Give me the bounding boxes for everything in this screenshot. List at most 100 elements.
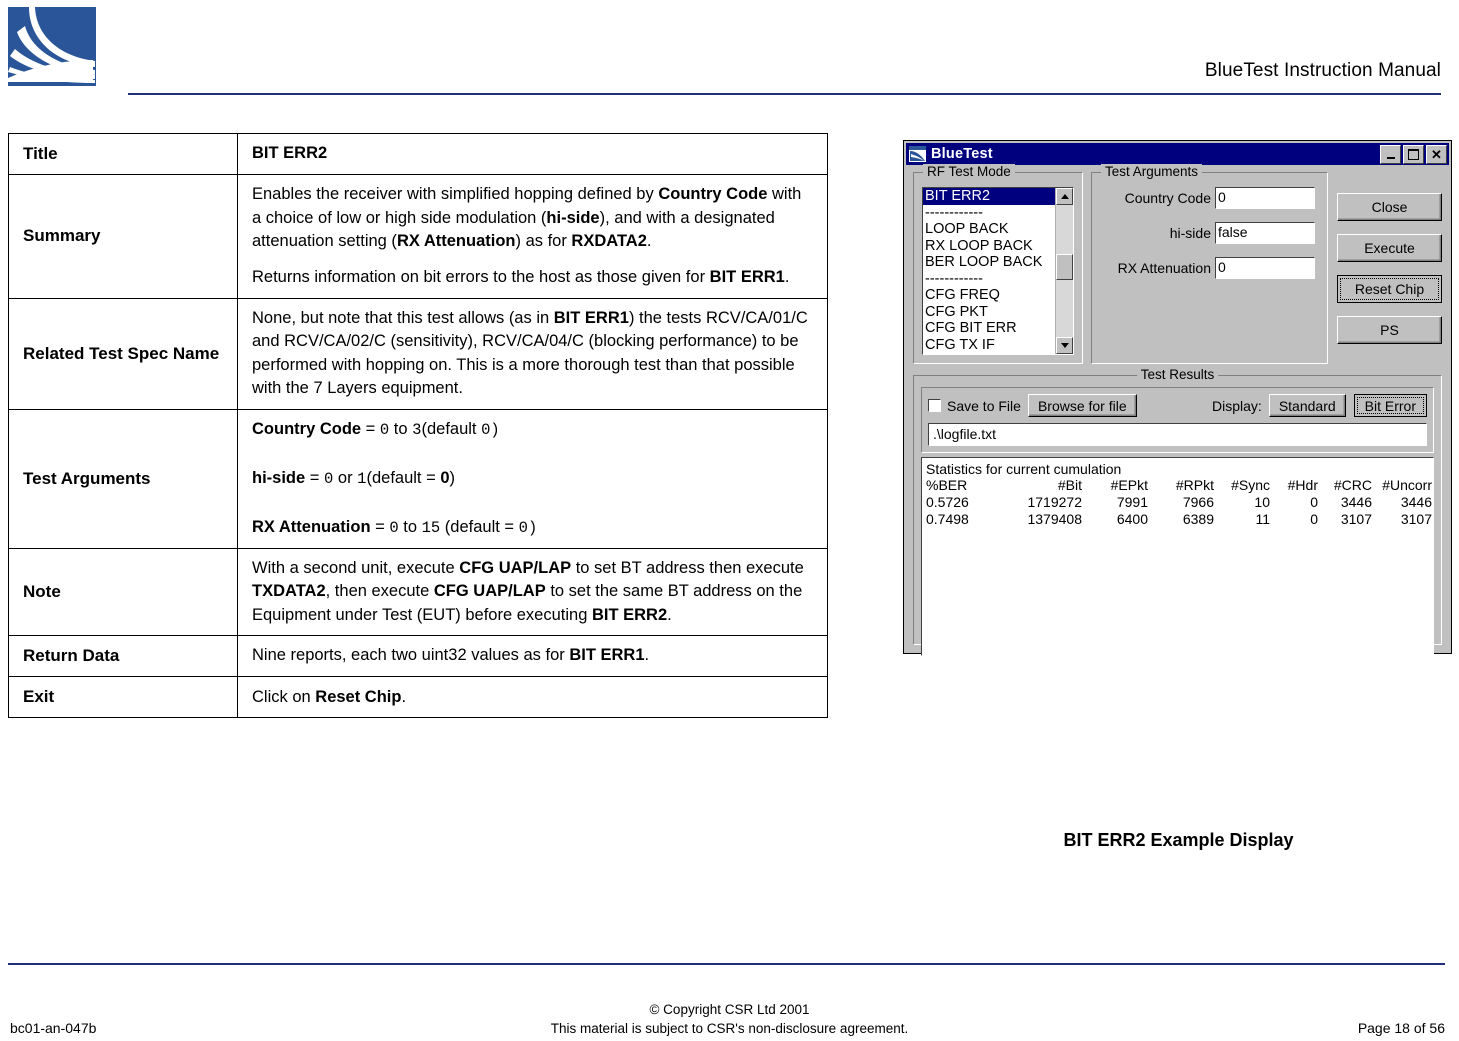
exit-t1: Click on <box>252 687 316 706</box>
copyright-line-2: This material is subject to CSR's non-di… <box>550 1021 909 1036</box>
exit-reset-chip: Reset Chip <box>315 687 402 706</box>
reset-chip-button[interactable]: Reset Chip <box>1337 275 1442 303</box>
note-bit-err2: BIT ERR2 <box>591 605 668 624</box>
table-row-title: Title BIT ERR2 <box>8 132 828 176</box>
action-button-column: Close Execute Reset Chip PS <box>1337 172 1442 357</box>
browse-for-file-button[interactable]: Browse for file <box>1027 394 1137 417</box>
arg1-name: hi-side <box>252 468 306 487</box>
execute-button[interactable]: Execute <box>1337 234 1442 262</box>
cell-r1-epkt: 6400 <box>1116 511 1148 527</box>
maximize-icon[interactable] <box>1403 145 1424 164</box>
ps-button[interactable]: PS <box>1337 316 1442 344</box>
minimize-icon[interactable] <box>1380 145 1401 164</box>
summary-spacer <box>252 253 813 266</box>
log-file-path-input[interactable]: .\logfile.txt <box>928 423 1427 446</box>
cell-r1-crc: 3107 <box>1340 511 1372 527</box>
list-item-bit-err2[interactable]: BIT ERR2 <box>923 188 1055 205</box>
save-to-file-checkbox[interactable] <box>928 399 941 412</box>
arg1-eq: = <box>305 468 324 487</box>
arg0-default: 0 <box>481 420 491 439</box>
rf-test-mode-items: BIT ERR2 ------------ LOOP BACK RX LOOP … <box>923 188 1055 354</box>
listbox-scrollbar[interactable] <box>1055 188 1073 354</box>
bluetest-window: BlueTest ✕ RF Test Mode BIT ERR2 -------… <box>903 140 1452 656</box>
exit-t2: . <box>401 687 407 706</box>
summary-t5: . <box>646 231 652 250</box>
related-bit-err1: BIT ERR1 <box>553 308 629 327</box>
cell-r0-rpkt: 7966 <box>1182 494 1214 510</box>
row-value-note: With a second unit, execute CFG UAP/LAP … <box>237 547 828 637</box>
page-number: Page 18 of 56 <box>1357 1020 1445 1036</box>
window-client-area: RF Test Mode BIT ERR2 ------------ LOOP … <box>906 164 1449 656</box>
list-item-cfg-pkt[interactable]: CFG PKT <box>923 304 1055 321</box>
copyright-block: © Copyright CSR Ltd 2001 This material i… <box>0 1000 1459 1038</box>
arg2-deftail: ) <box>527 519 538 538</box>
arg0-min: 0 <box>379 420 390 439</box>
list-item-loop-back[interactable]: LOOP BACK <box>923 221 1055 238</box>
copyright-line-1: © Copyright CSR Ltd 2001 <box>649 1002 810 1017</box>
scroll-up-icon[interactable] <box>1056 188 1073 205</box>
arg2-sep: to <box>398 518 422 537</box>
statistics-table: %BER #Bit #EPkt #RPkt #Sync #Hdr #CRC #U… <box>926 477 1432 528</box>
field-row-hi-side: hi-side false <box>1098 222 1315 244</box>
cell-r0-hdr: 0 <box>1310 494 1318 510</box>
logo-wordmark: csr <box>43 8 81 36</box>
statistics-output-pane: Statistics for current cumulation %BER #… <box>921 457 1434 656</box>
page-footer: bc01-an-047b © Copyright CSR Ltd 2001 Th… <box>0 1000 1459 1041</box>
summary-t7: . <box>784 268 790 287</box>
list-item-cfg-tx-if[interactable]: CFG TX IF <box>923 337 1055 354</box>
arg2-default: 0 <box>518 519 528 538</box>
summary-hi-side: hi-side <box>546 208 600 227</box>
note-cfg2: CFG UAP/LAP <box>433 582 546 601</box>
arg1-default: 0 <box>440 468 450 487</box>
rx-attenuation-label: RX Attenuation <box>1117 260 1211 276</box>
close-button[interactable]: Close <box>1337 193 1442 221</box>
col-header-sync: #Sync <box>1231 477 1270 493</box>
table-row-related: Related Test Spec Name None, but note th… <box>8 297 828 410</box>
table-row: 0.7498 1379408 6400 6389 11 0 3107 3107 <box>926 511 1432 528</box>
arg1-min: 0 <box>324 469 334 488</box>
row-value-related: None, but note that this test allows (as… <box>237 297 828 410</box>
summary-country-code: Country Code <box>658 185 768 204</box>
table-row-return-data: Return Data Nine reports, each two uint3… <box>8 635 828 678</box>
list-item-cfg-bit-err[interactable]: CFG BIT ERR <box>923 320 1055 337</box>
list-item-cfg-freq[interactable]: CFG FREQ <box>923 287 1055 304</box>
col-header-hdr: #Hdr <box>1287 477 1318 493</box>
row-value-exit: Click on Reset Chip. <box>237 676 828 719</box>
list-item-rx-loop-back[interactable]: RX LOOP BACK <box>923 238 1055 255</box>
arg0-deflead: (default <box>421 419 482 438</box>
reset-chip-button-label: Reset Chip <box>1340 278 1439 300</box>
arg2-name: RX Attenuation <box>252 518 371 537</box>
display-bit-error-button[interactable]: Bit Error <box>1353 394 1427 417</box>
test-arguments-legend: Test Arguments <box>1101 164 1203 179</box>
cell-r1-rpkt: 6389 <box>1182 511 1214 527</box>
test-results-legend: Test Results <box>1136 367 1219 382</box>
bluetest-app-icon <box>909 146 926 162</box>
csr-logo: csr <box>5 4 100 89</box>
hi-side-input[interactable]: false <box>1215 222 1315 244</box>
arg2-min: 0 <box>389 519 399 538</box>
save-to-file-label: Save to File <box>947 397 1021 414</box>
summary-paragraph-2: Returns information on bit errors to the… <box>252 266 813 289</box>
csr-logo-graphic: csr <box>8 7 96 86</box>
col-header-crc: #CRC <box>1333 477 1372 493</box>
note-cfg1: CFG UAP/LAP <box>459 558 572 577</box>
manual-title: BlueTest Instruction Manual <box>1204 60 1441 81</box>
return-t2: . <box>644 646 650 665</box>
cell-r0-sync: 10 <box>1254 494 1270 510</box>
close-icon[interactable]: ✕ <box>1426 145 1447 164</box>
summary-t4: ) as for <box>515 231 572 250</box>
rf-test-mode-listbox[interactable]: BIT ERR2 ------------ LOOP BACK RX LOOP … <box>922 187 1074 355</box>
list-item-cfg-xtal-ftrim[interactable]: CFG XTAL FTRIM <box>923 353 1055 354</box>
country-code-input[interactable]: 0 <box>1215 187 1315 209</box>
display-standard-button[interactable]: Standard <box>1268 394 1346 417</box>
row-label-title: Title <box>8 132 238 176</box>
scroll-down-icon[interactable] <box>1056 337 1073 354</box>
window-controls: ✕ <box>1380 145 1447 164</box>
arg0-eq: = <box>361 419 380 438</box>
scrollbar-thumb[interactable] <box>1056 254 1073 280</box>
row-label-summary: Summary <box>8 174 238 299</box>
rx-attenuation-input[interactable]: 0 <box>1215 257 1315 279</box>
summary-bit-err1: BIT ERR1 <box>709 268 785 287</box>
top-panels-row: RF Test Mode BIT ERR2 ------------ LOOP … <box>913 164 1442 364</box>
list-item-ber-loop-back[interactable]: BER LOOP BACK <box>923 254 1055 271</box>
